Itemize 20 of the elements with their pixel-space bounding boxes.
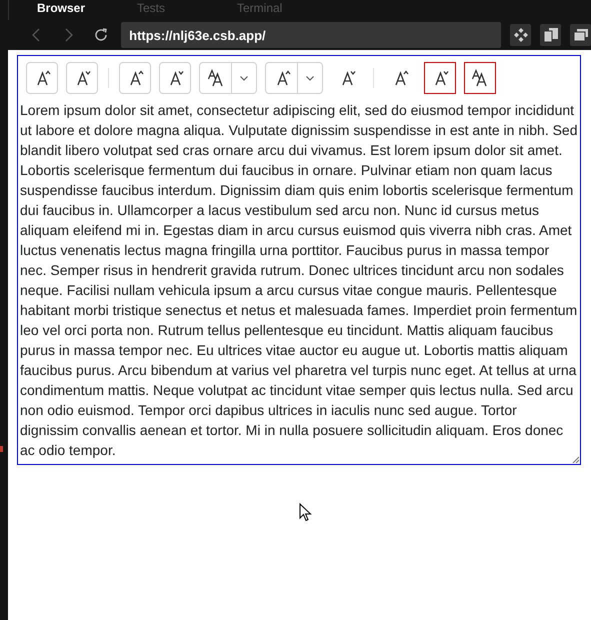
chevron-left-icon: [32, 28, 40, 42]
windows-icon: [574, 29, 588, 41]
open-new-window-button[interactable]: [540, 24, 562, 46]
mouse-pointer-icon: [299, 503, 312, 522]
chevron-down-icon: [306, 76, 314, 80]
font-size-button[interactable]: [424, 62, 456, 94]
copy-icon: [544, 28, 558, 42]
url-field[interactable]: https://nlj63e.csb.app/: [121, 22, 502, 48]
diamond-grid-icon: [514, 28, 528, 42]
font-size-button[interactable]: [464, 62, 496, 94]
error-marker: [0, 446, 3, 452]
resize-handle-icon[interactable]: [572, 456, 579, 463]
panel-tab[interactable]: Browser: [37, 0, 137, 14]
codesandbox-button[interactable]: [510, 24, 532, 46]
chevron-right-icon: [64, 28, 73, 42]
font-size-icon: [471, 69, 489, 87]
chevron-down-icon: [240, 76, 248, 80]
windows-button[interactable]: [570, 24, 591, 46]
reload-icon: [94, 28, 108, 42]
font-size-icon: [206, 69, 224, 87]
